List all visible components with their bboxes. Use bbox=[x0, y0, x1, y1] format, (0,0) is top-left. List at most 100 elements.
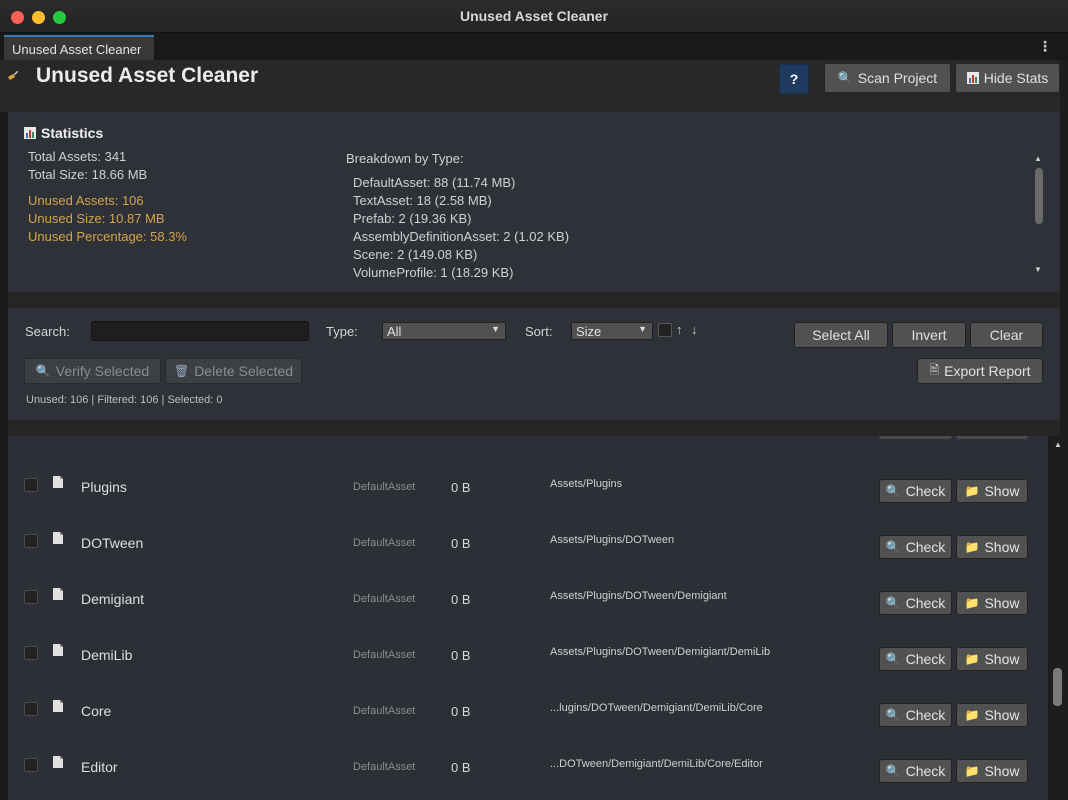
table-row: Demigiant DefaultAsset 0 B Assets/Plugin… bbox=[8, 576, 1048, 632]
asset-name: DemiLib bbox=[81, 647, 133, 663]
unused-percentage: Unused Percentage: 58.3% bbox=[28, 229, 187, 244]
check-button[interactable]: 🔍 Check bbox=[879, 479, 952, 503]
broom-icon bbox=[8, 71, 18, 80]
statistics-title: Statistics bbox=[24, 125, 103, 141]
show-button[interactable]: 📁 Show bbox=[956, 703, 1028, 727]
breakdown-item: VolumeProfile: 1 (18.29 KB) bbox=[353, 265, 514, 280]
row-checkbox[interactable] bbox=[24, 646, 38, 660]
window-title: Unused Asset Cleaner bbox=[459, 8, 609, 24]
asset-size: 0 B bbox=[451, 592, 471, 607]
tab-bar: Unused Asset Cleaner ⋮ bbox=[0, 33, 1068, 60]
row-checkbox[interactable] bbox=[24, 478, 38, 492]
asset-list-scrollbar[interactable]: ▲ bbox=[1049, 436, 1068, 800]
asset-path: ...lugins/DOTween/Demigiant/DemiLib/Core bbox=[550, 702, 763, 714]
magnifier-icon: 🔍 bbox=[885, 596, 901, 610]
check-label: Check bbox=[905, 595, 946, 611]
row-checkbox[interactable] bbox=[24, 702, 38, 716]
scroll-thumb[interactable] bbox=[1035, 168, 1043, 224]
sort-descending-icon[interactable]: ↓ bbox=[691, 322, 698, 337]
magnifier-icon: 🔍 bbox=[885, 652, 901, 666]
magnifier-icon: 🔍 bbox=[885, 708, 901, 722]
search-input[interactable] bbox=[91, 321, 309, 341]
check-button[interactable]: 🔍 Check bbox=[879, 759, 952, 783]
show-button[interactable]: 📁 Show bbox=[956, 479, 1028, 503]
check-button[interactable]: 🔍 Check bbox=[879, 535, 952, 559]
sort-direction-checkbox[interactable] bbox=[658, 323, 672, 337]
scroll-thumb[interactable] bbox=[1053, 668, 1062, 706]
table-row: DemiLib DefaultAsset 0 B Assets/Plugins/… bbox=[8, 632, 1048, 688]
sort-dropdown[interactable]: Size ▼ bbox=[571, 322, 653, 340]
asset-name: Demigiant bbox=[81, 591, 145, 607]
asset-size: 0 B bbox=[451, 704, 471, 719]
unused-size: Unused Size: 10.87 MB bbox=[28, 211, 165, 226]
document-icon: 🗎 bbox=[929, 362, 940, 377]
asset-path: Assets/Plugins/DOTween/Demigiant/DemiLib bbox=[550, 646, 771, 658]
scroll-up-icon[interactable]: ▲ bbox=[1054, 440, 1062, 449]
export-report-button[interactable]: 🗎 Export Report bbox=[917, 358, 1043, 384]
partial-row-button bbox=[879, 436, 952, 439]
check-button[interactable]: 🔍 Check bbox=[879, 703, 952, 727]
show-button[interactable]: 📁 Show bbox=[956, 591, 1028, 615]
header: Unused Asset Cleaner ? 🔍 Scan Project Hi… bbox=[0, 60, 1068, 112]
asset-type: DefaultAsset bbox=[353, 705, 416, 717]
folder-icon: 📁 bbox=[964, 708, 980, 722]
show-label: Show bbox=[984, 483, 1020, 499]
clear-button[interactable]: Clear bbox=[970, 322, 1043, 348]
asset-type: DefaultAsset bbox=[353, 593, 416, 605]
more-options-icon[interactable]: ⋮ bbox=[1038, 38, 1052, 55]
export-report-label: Export Report bbox=[944, 363, 1031, 379]
help-button[interactable]: ? bbox=[779, 64, 809, 94]
asset-name: Core bbox=[81, 703, 112, 719]
delete-selected-button[interactable]: 🗑 Delete Selected bbox=[165, 358, 302, 384]
scan-project-button[interactable]: 🔍 Scan Project bbox=[824, 63, 951, 93]
statistics-title-text: Statistics bbox=[41, 125, 104, 141]
folder-icon: 📁 bbox=[964, 484, 980, 498]
file-icon bbox=[53, 532, 63, 544]
search-label: Search: bbox=[25, 324, 70, 339]
asset-type: DefaultAsset bbox=[353, 537, 416, 549]
sort-label: Sort: bbox=[525, 324, 553, 339]
breakdown-scrollbar[interactable]: ▲ ▼ bbox=[1034, 154, 1044, 274]
row-checkbox[interactable] bbox=[24, 758, 38, 772]
folder-icon: 📁 bbox=[964, 764, 980, 778]
scroll-down-icon[interactable]: ▼ bbox=[1034, 265, 1042, 274]
table-row: DOTween DefaultAsset 0 B Assets/Plugins/… bbox=[8, 520, 1048, 576]
show-button[interactable]: 📁 Show bbox=[956, 535, 1028, 559]
check-button[interactable]: 🔍 Check bbox=[879, 647, 952, 671]
folder-icon: 📁 bbox=[964, 540, 980, 554]
check-button[interactable]: 🔍 Check bbox=[879, 591, 952, 615]
help-button-label: ? bbox=[789, 71, 799, 87]
magnifier-icon: 🔍 bbox=[885, 540, 901, 554]
filter-controls: Search: Type: All ▼ Sort: Size ▼ ↑ ↓ Sel… bbox=[8, 308, 1060, 420]
bar-chart-icon bbox=[966, 72, 979, 84]
show-label: Show bbox=[984, 763, 1020, 779]
type-dropdown[interactable]: All ▼ bbox=[382, 322, 506, 340]
table-row: Editor DefaultAsset 0 B ...DOTween/Demig… bbox=[8, 744, 1048, 800]
asset-size: 0 B bbox=[451, 760, 471, 775]
verify-selected-button[interactable]: 🔍 Verify Selected bbox=[24, 358, 161, 384]
breakdown-item: Scene: 2 (149.08 KB) bbox=[353, 247, 478, 262]
sort-ascending-icon[interactable]: ↑ bbox=[676, 322, 683, 337]
scroll-up-icon[interactable]: ▲ bbox=[1034, 154, 1042, 163]
show-button[interactable]: 📁 Show bbox=[956, 759, 1028, 783]
asset-type: DefaultAsset bbox=[353, 649, 416, 661]
sort-dropdown-value: Size bbox=[576, 324, 602, 339]
asset-path: Assets/Plugins bbox=[550, 478, 623, 490]
row-checkbox[interactable] bbox=[24, 590, 38, 604]
show-label: Show bbox=[984, 651, 1020, 667]
tab-unused-asset-cleaner[interactable]: Unused Asset Cleaner bbox=[4, 35, 154, 60]
select-all-button[interactable]: Select All bbox=[794, 322, 888, 348]
show-button[interactable]: 📁 Show bbox=[956, 647, 1028, 671]
show-label: Show bbox=[984, 595, 1020, 611]
asset-name: Plugins bbox=[81, 479, 127, 495]
hide-stats-button[interactable]: Hide Stats bbox=[955, 63, 1060, 93]
file-icon bbox=[53, 476, 63, 488]
window-edge bbox=[1060, 60, 1068, 436]
scan-project-label: Scan Project bbox=[857, 70, 938, 86]
row-checkbox[interactable] bbox=[24, 534, 38, 548]
invert-button[interactable]: Invert bbox=[892, 322, 966, 348]
show-label: Show bbox=[984, 707, 1020, 723]
chevron-down-icon: ▼ bbox=[638, 324, 647, 334]
statistics-panel: Statistics Total Assets: 341 Total Size:… bbox=[8, 112, 1060, 292]
asset-name: Editor bbox=[81, 759, 118, 775]
